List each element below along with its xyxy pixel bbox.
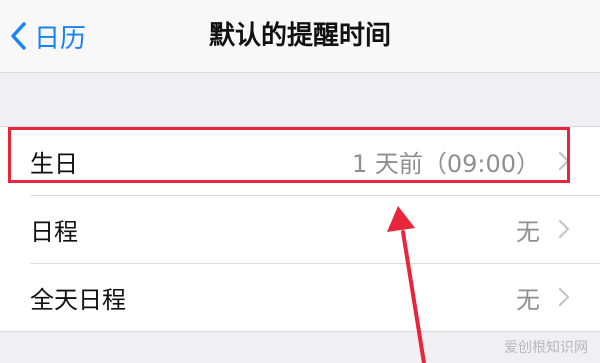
settings-list: 生日 1 天前（09:00） 日程 无 全天日程 无	[0, 126, 600, 332]
watermark: 爱创根知识网	[504, 340, 588, 356]
chevron-right-icon	[558, 287, 570, 311]
chevron-right-icon	[558, 219, 570, 243]
birthday-row[interactable]: 生日 1 天前（09:00）	[0, 127, 600, 195]
chevron-right-icon	[558, 151, 570, 175]
birthday-value: 1 天前（09:00）	[351, 149, 540, 178]
all-day-events-label: 全天日程	[30, 285, 126, 314]
events-label: 日程	[30, 217, 78, 246]
events-row[interactable]: 日程 无	[0, 195, 600, 263]
page-title: 默认的提醒时间	[208, 21, 391, 51]
navigation-bar: 日历 默认的提醒时间	[0, 0, 600, 73]
events-value: 无	[516, 217, 540, 246]
all-day-events-row[interactable]: 全天日程 无	[0, 263, 600, 331]
all-day-events-value: 无	[516, 285, 540, 314]
birthday-label: 生日	[30, 149, 78, 178]
